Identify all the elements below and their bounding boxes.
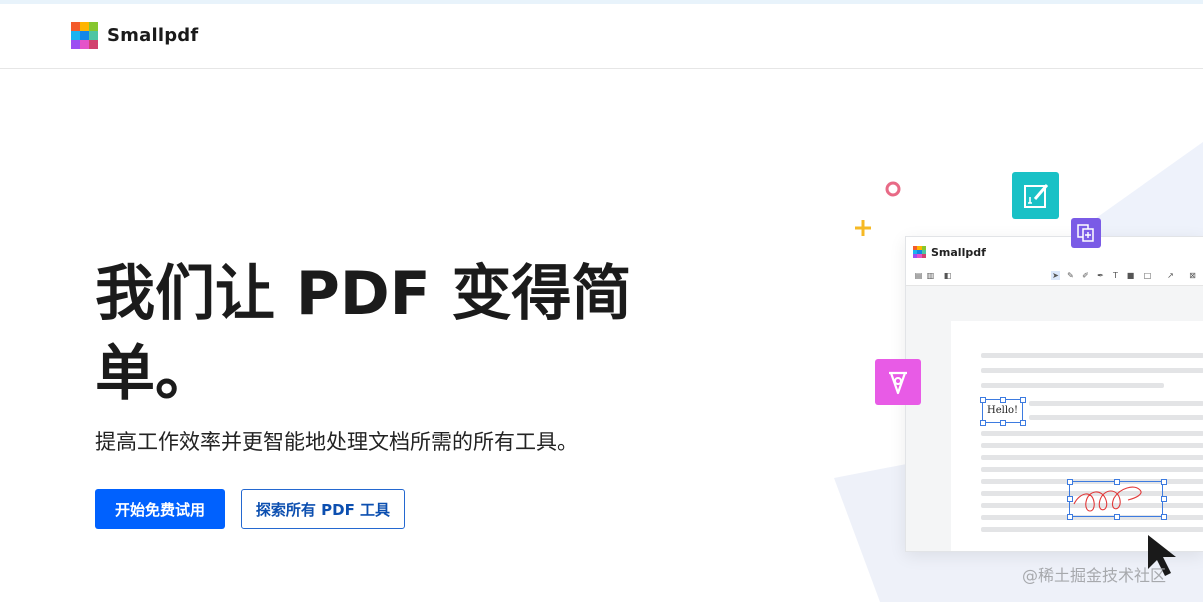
pages-icon xyxy=(1077,224,1094,242)
sign-edit-tile xyxy=(1012,172,1059,219)
resize-handle[interactable] xyxy=(1114,479,1120,485)
text-line xyxy=(981,527,1203,532)
pen-tool-icon[interactable]: ✒ xyxy=(1096,271,1105,280)
resize-handle[interactable] xyxy=(1114,514,1120,520)
app-titlebar: Smallpdf xyxy=(906,237,1203,267)
resize-handle[interactable] xyxy=(1161,479,1167,485)
logo-cell xyxy=(89,31,98,40)
logo-cell xyxy=(80,40,89,49)
app-window-preview: Smallpdf ▤ ▥ ◧ ➤ ✎ ✐ ✒ T ■ □ ↗ ⊠ Hello! xyxy=(905,236,1203,552)
select-tool-icon[interactable]: ➤ xyxy=(1051,271,1060,280)
sidebar-icon[interactable]: ◧ xyxy=(943,271,952,280)
resize-handle[interactable] xyxy=(1067,479,1073,485)
highlighter-tool-icon[interactable]: ✐ xyxy=(1081,271,1090,280)
text-line xyxy=(1029,415,1203,420)
pages-tile xyxy=(1071,218,1101,248)
resize-handle[interactable] xyxy=(980,397,986,403)
explore-pdf-tools-button[interactable]: 探索所有 PDF 工具 xyxy=(241,489,405,529)
text-tool-icon[interactable]: T xyxy=(1111,271,1120,280)
resize-handle[interactable] xyxy=(1000,397,1006,403)
app-toolbar: ▤ ▥ ◧ ➤ ✎ ✐ ✒ T ■ □ ↗ ⊠ xyxy=(906,267,1203,286)
start-free-trial-button[interactable]: 开始免费试用 xyxy=(95,489,225,529)
plus-icon xyxy=(855,220,871,236)
pen-nib-icon xyxy=(889,371,907,395)
logo-cell xyxy=(89,22,98,31)
stamp-tool-icon[interactable]: ■ xyxy=(1126,271,1135,280)
text-line xyxy=(981,431,1203,436)
logo-cell xyxy=(80,22,89,31)
smallpdf-logo-icon xyxy=(71,22,98,49)
resize-handle[interactable] xyxy=(1020,420,1026,426)
sign-edit-icon xyxy=(1023,183,1048,208)
hero-title: 我们让 PDF 变得简单。 xyxy=(95,259,632,409)
logo-cell xyxy=(80,31,89,40)
pages-view-icon[interactable]: ▥ xyxy=(926,271,935,280)
resize-handle[interactable] xyxy=(1000,420,1006,426)
text-line xyxy=(981,467,1203,472)
logo-cell xyxy=(71,31,80,40)
text-line xyxy=(981,443,1203,448)
site-header: Smallpdf xyxy=(0,4,1203,69)
resize-handle[interactable] xyxy=(1067,496,1073,502)
arrow-tool-icon[interactable]: ↗ xyxy=(1166,271,1175,280)
document-page: Hello! xyxy=(951,321,1203,551)
resize-handle[interactable] xyxy=(980,420,986,426)
text-line xyxy=(981,383,1164,388)
signature-annotation[interactable] xyxy=(1069,481,1163,517)
shape-tool-icon[interactable]: □ xyxy=(1143,271,1152,280)
pencil-tool-icon[interactable]: ✎ xyxy=(1066,271,1075,280)
thumbnails-icon[interactable]: ▤ xyxy=(914,271,923,280)
resize-handle[interactable] xyxy=(1020,397,1026,403)
resize-handle[interactable] xyxy=(1161,496,1167,502)
watermark: @稀土掘金技术社区 xyxy=(1022,566,1167,585)
smallpdf-mini-logo-icon xyxy=(913,245,926,259)
image-tool-icon[interactable]: ⊠ xyxy=(1188,271,1197,280)
brand-logo[interactable]: Smallpdf xyxy=(71,22,198,49)
logo-cell xyxy=(921,254,926,259)
logo-cell xyxy=(89,40,98,49)
text-line xyxy=(1029,401,1203,406)
text-line xyxy=(981,455,1203,460)
brand-name: Smallpdf xyxy=(107,25,199,46)
app-name: Smallpdf xyxy=(931,245,986,259)
logo-cell xyxy=(71,40,80,49)
resize-handle[interactable] xyxy=(1067,514,1073,520)
hero-subtitle: 提高工作效率并更智能地处理文档所需的所有工具。 xyxy=(95,430,578,454)
text-line xyxy=(981,353,1203,358)
signature-scribble-icon xyxy=(1073,486,1142,512)
pen-nib-tile xyxy=(875,359,921,405)
text-line xyxy=(981,368,1203,373)
ring-icon xyxy=(885,181,901,197)
resize-handle[interactable] xyxy=(1161,514,1167,520)
logo-cell xyxy=(71,22,80,31)
